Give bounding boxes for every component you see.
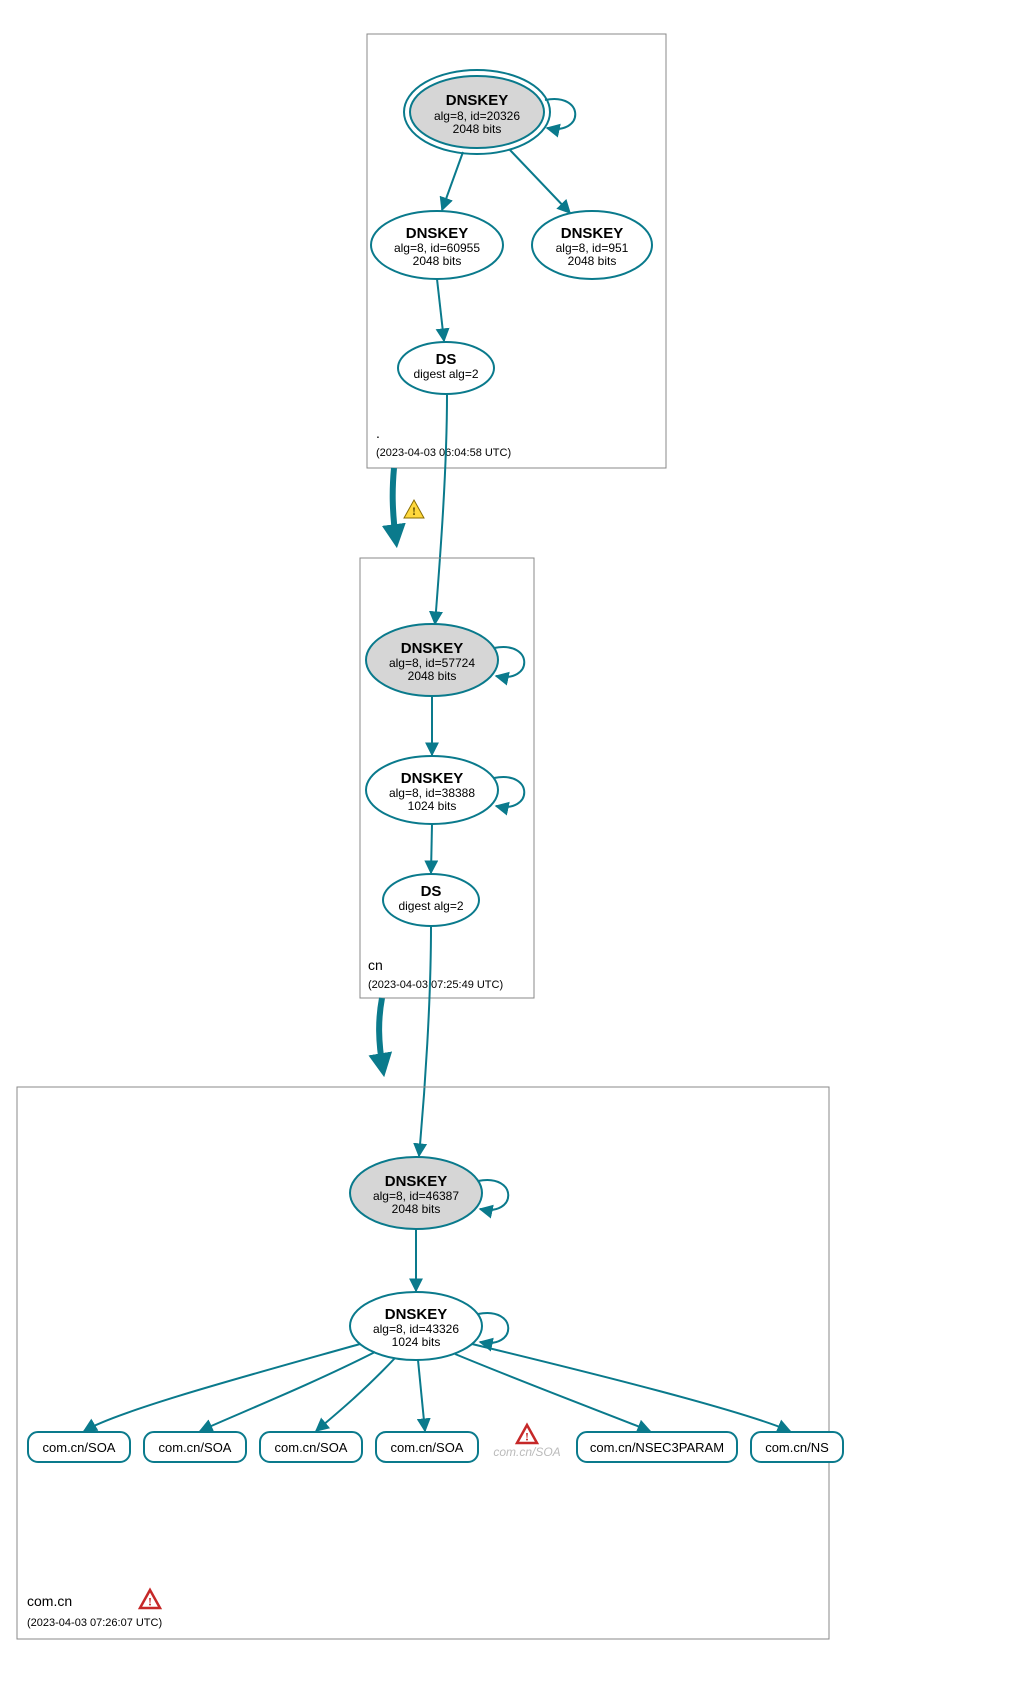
edge-rootksk-zsk2 [510,150,570,213]
node-root-zsk2: DNSKEY alg=8, id=951 2048 bits [532,211,652,279]
svg-text:DNSKEY: DNSKEY [446,92,509,109]
edge-zsk-r7 [472,1344,790,1431]
svg-text:DS: DS [421,883,442,900]
zone-root-name: . [376,425,380,441]
svg-text:DNSKEY: DNSKEY [406,225,469,242]
svg-text:!: ! [148,1595,152,1609]
svg-text:DNSKEY: DNSKEY [401,640,464,657]
svg-text:!: ! [412,504,416,518]
svg-text:alg=8, id=57724: alg=8, id=57724 [389,656,475,670]
edge-zsk-r6 [455,1354,650,1431]
edge-zsk-r3 [316,1358,395,1431]
node-root-ksk: DNSKEY alg=8, id=20326 2048 bits [404,70,550,154]
zone-comcn-name: com.cn [27,1593,72,1609]
node-cn-ksk: DNSKEY alg=8, id=57724 2048 bits [366,624,498,696]
svg-text:!: ! [525,1430,529,1444]
svg-text:1024 bits: 1024 bits [392,1335,441,1349]
svg-text:alg=8, id=951: alg=8, id=951 [556,241,629,255]
svg-text:2048 bits: 2048 bits [413,254,462,268]
edge-cnzsk-cnds [431,824,432,873]
edge-deleg-root-cn [393,468,396,541]
svg-text:2048 bits: 2048 bits [392,1202,441,1216]
node-cn-zsk: DNSKEY alg=8, id=38388 1024 bits [366,756,498,824]
record-soa-3: com.cn/SOA [260,1432,362,1462]
error-icon: ! [140,1590,160,1609]
record-soa-faded: com.cn/SOA [493,1445,560,1459]
edge-deleg-cn-comcn [379,998,383,1070]
node-root-zsk1: DNSKEY alg=8, id=60955 2048 bits [371,211,503,279]
svg-text:digest alg=2: digest alg=2 [398,899,463,913]
edge-rootksk-zsk1 [442,152,463,210]
svg-text:alg=8, id=46387: alg=8, id=46387 [373,1189,459,1203]
edge-cnds-comcnksk [419,926,431,1156]
node-cn-ds: DS digest alg=2 [383,874,479,926]
svg-text:com.cn/SOA: com.cn/SOA [391,1440,464,1455]
svg-text:alg=8, id=38388: alg=8, id=38388 [389,786,475,800]
svg-text:DNSKEY: DNSKEY [385,1306,448,1323]
edge-zsk-r4 [418,1360,425,1431]
svg-text:alg=8, id=43326: alg=8, id=43326 [373,1322,459,1336]
svg-text:com.cn/SOA: com.cn/SOA [159,1440,232,1455]
record-nsec3param: com.cn/NSEC3PARAM [577,1432,737,1462]
node-comcn-zsk: DNSKEY alg=8, id=43326 1024 bits [350,1292,482,1360]
svg-text:2048 bits: 2048 bits [453,122,502,136]
zone-root-timestamp: (2023-04-03 06:04:58 UTC) [376,447,511,459]
zone-comcn-timestamp: (2023-04-03 07:26:07 UTC) [27,1617,162,1629]
zone-cn-name: cn [368,957,383,973]
record-soa-2: com.cn/SOA [144,1432,246,1462]
svg-text:DNSKEY: DNSKEY [561,225,624,242]
dnssec-diagram: . (2023-04-03 06:04:58 UTC) DNSKEY alg=8… [0,0,1012,1694]
edge-rootds-cnksk [435,394,447,624]
svg-text:2048 bits: 2048 bits [568,254,617,268]
svg-text:1024 bits: 1024 bits [408,799,457,813]
svg-text:DS: DS [436,351,457,368]
edge-zsk-r1 [84,1344,360,1431]
edge-rootzsk-ds [437,279,444,341]
svg-text:com.cn/NSEC3PARAM: com.cn/NSEC3PARAM [590,1440,724,1455]
record-soa-1: com.cn/SOA [28,1432,130,1462]
svg-text:com.cn/SOA: com.cn/SOA [493,1445,560,1459]
svg-text:DNSKEY: DNSKEY [401,770,464,787]
svg-text:alg=8, id=20326: alg=8, id=20326 [434,109,520,123]
svg-text:com.cn/SOA: com.cn/SOA [275,1440,348,1455]
node-comcn-ksk: DNSKEY alg=8, id=46387 2048 bits [350,1157,482,1229]
svg-text:com.cn/SOA: com.cn/SOA [43,1440,116,1455]
record-ns: com.cn/NS [751,1432,843,1462]
error-icon: ! [517,1425,537,1444]
svg-text:digest alg=2: digest alg=2 [413,367,478,381]
svg-text:2048 bits: 2048 bits [408,669,457,683]
zone-cn-timestamp: (2023-04-03 07:25:49 UTC) [368,979,503,991]
node-root-ds: DS digest alg=2 [398,342,494,394]
svg-text:DNSKEY: DNSKEY [385,1173,448,1190]
warning-icon: ! [404,500,424,518]
svg-text:alg=8, id=60955: alg=8, id=60955 [394,241,480,255]
svg-text:com.cn/NS: com.cn/NS [765,1440,829,1455]
record-soa-4: com.cn/SOA [376,1432,478,1462]
